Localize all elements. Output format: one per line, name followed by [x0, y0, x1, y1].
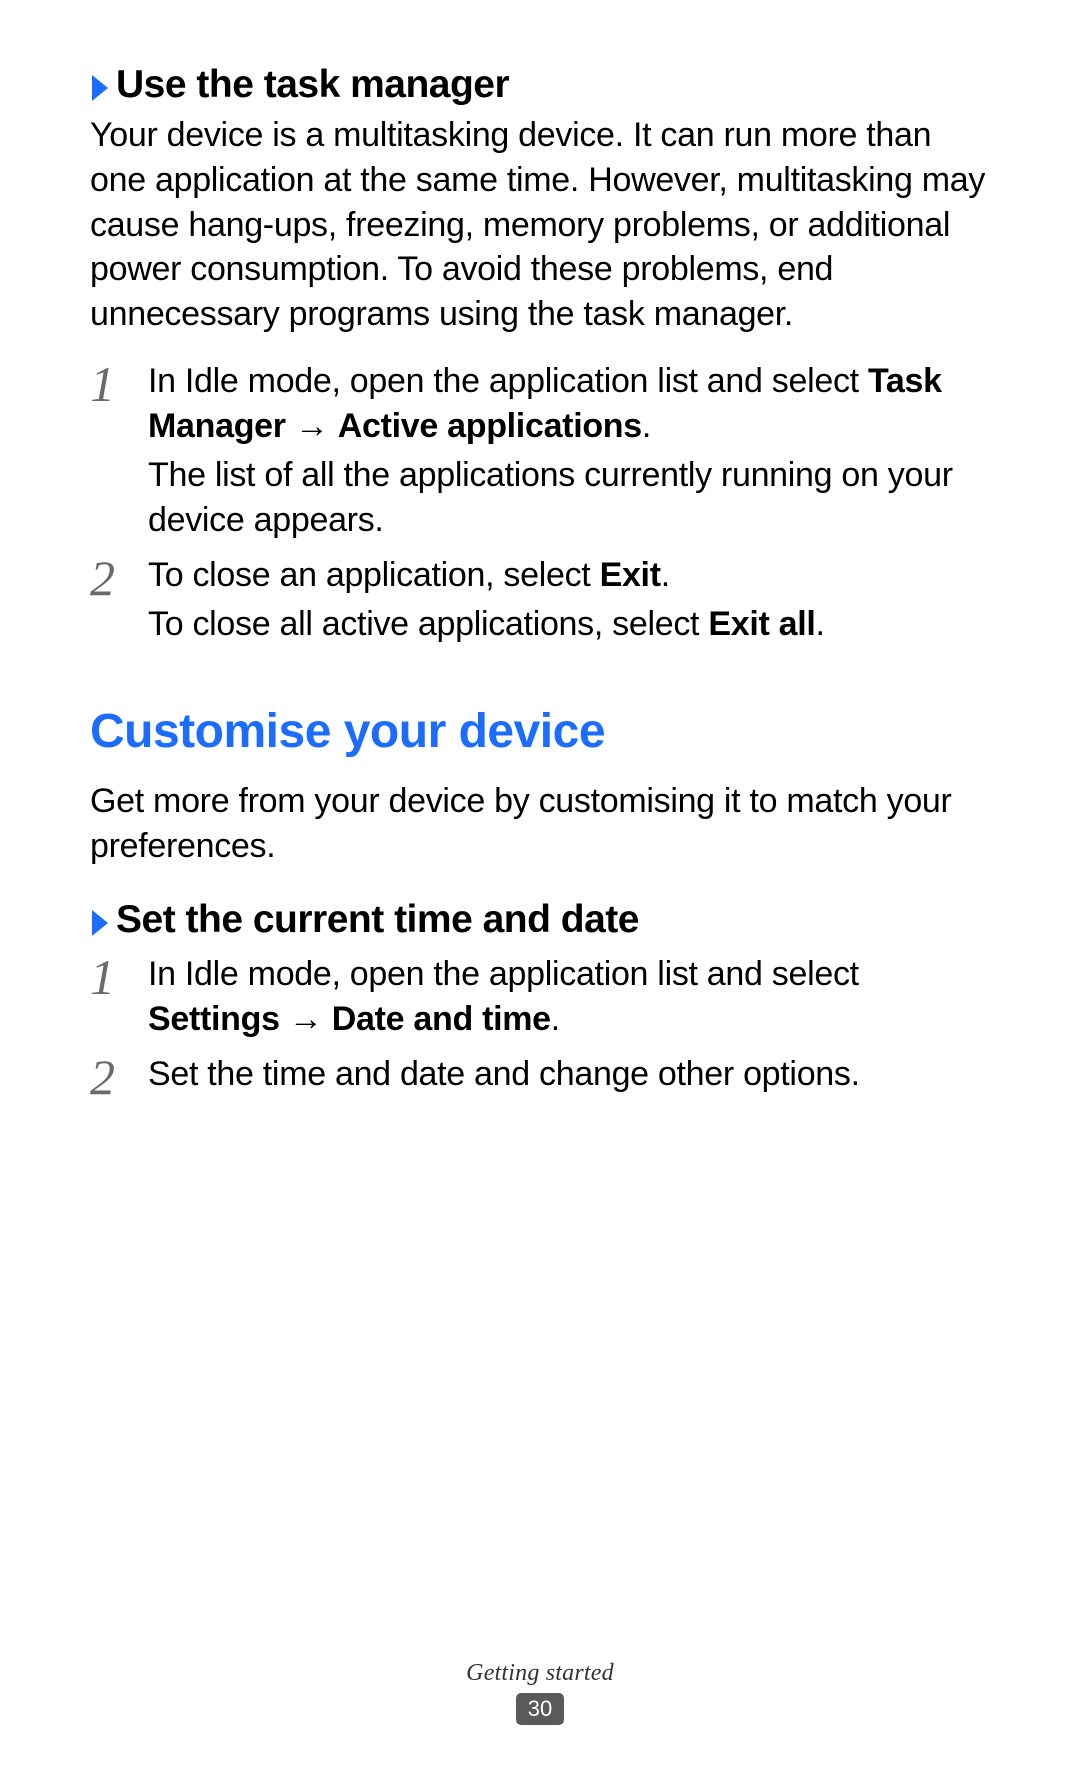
chevron-right-icon	[90, 73, 110, 103]
page: Use the task manager Your device is a mu…	[0, 0, 1080, 1771]
step-body: In Idle mode, open the application list …	[148, 952, 990, 1042]
steps-list: 1 In Idle mode, open the application lis…	[90, 952, 990, 1102]
step-extra-line: The list of all the applications current…	[148, 453, 990, 543]
subsection-title: Set the current time and date	[116, 897, 639, 944]
step-number: 2	[90, 1052, 148, 1102]
bold-text: Settings	[148, 1000, 280, 1038]
step-number: 1	[90, 359, 148, 409]
step-body: To close an application, select Exit. To…	[148, 553, 990, 647]
section-title: Customise your device	[90, 704, 990, 759]
section-intro: Get more from your device by customising…	[90, 779, 990, 869]
bold-text: Exit all	[708, 605, 815, 643]
step-extra-line: To close all active applications, select…	[148, 602, 990, 647]
bold-text: Date and time	[332, 1000, 551, 1038]
text: In Idle mode, open the application list …	[148, 955, 859, 993]
subsection-task-manager: Use the task manager Your device is a mu…	[90, 62, 990, 646]
subsection-time-date: Set the current time and date 1 In Idle …	[90, 897, 990, 1102]
bold-text: Active applications	[338, 407, 642, 445]
steps-list: 1 In Idle mode, open the application lis…	[90, 359, 990, 646]
text: .	[816, 605, 825, 643]
text: .	[642, 407, 651, 445]
step-number: 1	[90, 952, 148, 1002]
step-body: Set the time and date and change other o…	[148, 1052, 990, 1097]
arrow-text: →	[286, 407, 338, 445]
arrow-text: →	[280, 1000, 332, 1038]
step-item: 2 Set the time and date and change other…	[90, 1052, 990, 1102]
step-body: In Idle mode, open the application list …	[148, 359, 990, 543]
text: To close an application, select	[148, 556, 600, 594]
step-number: 2	[90, 553, 148, 603]
step-item: 1 In Idle mode, open the application lis…	[90, 359, 990, 543]
step-item: 2 To close an application, select Exit. …	[90, 553, 990, 647]
subsection-title: Use the task manager	[116, 62, 509, 109]
step-item: 1 In Idle mode, open the application lis…	[90, 952, 990, 1042]
text: In Idle mode, open the application list …	[148, 362, 868, 400]
page-number-badge: 30	[516, 1693, 564, 1725]
text: .	[551, 1000, 560, 1038]
footer-section-label: Getting started	[0, 1660, 1080, 1687]
intro-paragraph: Your device is a multitasking device. It…	[90, 113, 990, 337]
text: .	[661, 556, 670, 594]
subsection-heading-row: Use the task manager	[90, 62, 990, 109]
chevron-right-icon	[90, 908, 110, 938]
page-footer: Getting started 30	[0, 1660, 1080, 1725]
subsection-heading-row: Set the current time and date	[90, 897, 990, 944]
text: To close all active applications, select	[148, 605, 708, 643]
bold-text: Exit	[600, 556, 661, 594]
